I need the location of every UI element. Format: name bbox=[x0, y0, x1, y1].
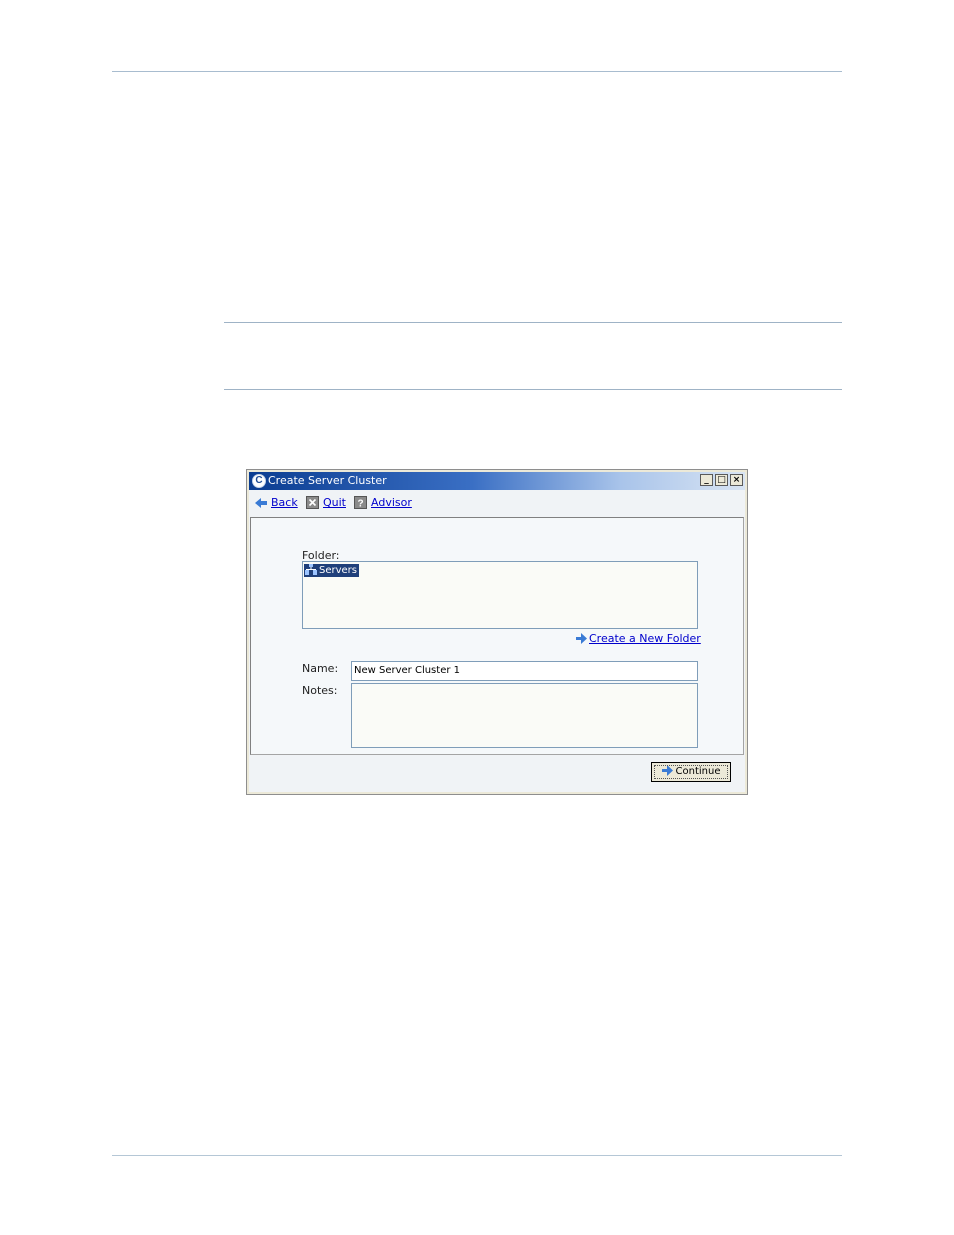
servers-icon bbox=[305, 564, 317, 575]
dialog-body: C Create Server Cluster _ □ × Back Quit bbox=[249, 472, 745, 792]
arrow-right-icon bbox=[576, 633, 587, 644]
name-label: Name: bbox=[302, 662, 339, 675]
maximize-button[interactable]: □ bbox=[715, 474, 728, 486]
create-new-folder-label: Create a New Folder bbox=[589, 632, 701, 645]
quit-button[interactable]: Quit bbox=[306, 495, 346, 511]
folder-item-servers[interactable]: Servers bbox=[304, 564, 360, 577]
folder-item-label: Servers bbox=[319, 565, 358, 576]
notes-textarea[interactable] bbox=[351, 683, 698, 748]
create-new-folder-link[interactable]: Create a New Folder bbox=[576, 632, 701, 646]
page-footer-rule bbox=[112, 1155, 842, 1156]
continue-button[interactable]: Continue bbox=[651, 762, 731, 782]
name-input[interactable]: New Server Cluster 1 bbox=[351, 661, 698, 681]
wizard-content-panel: Folder: Servers Create a New Folder Name… bbox=[250, 517, 744, 755]
window-title: Create Server Cluster bbox=[268, 474, 387, 487]
back-button[interactable]: Back bbox=[255, 495, 298, 511]
folder-tree[interactable]: Servers bbox=[302, 561, 698, 629]
svg-text:?: ? bbox=[357, 499, 363, 510]
arrow-right-icon bbox=[661, 765, 673, 776]
help-icon: ? bbox=[354, 496, 367, 510]
page-header-rule bbox=[112, 71, 842, 72]
continue-label: Continue bbox=[675, 766, 721, 777]
back-arrow-icon bbox=[255, 498, 267, 508]
minimize-button[interactable]: _ bbox=[700, 474, 713, 486]
title-bar[interactable]: C Create Server Cluster _ □ × bbox=[249, 472, 745, 490]
advisor-label: Advisor bbox=[371, 496, 412, 509]
quit-label: Quit bbox=[323, 496, 346, 509]
dialog-footer: Continue bbox=[249, 755, 745, 792]
notes-label: Notes: bbox=[302, 684, 338, 697]
create-server-cluster-dialog: C Create Server Cluster _ □ × Back Quit bbox=[246, 469, 748, 795]
app-logo-icon: C bbox=[252, 474, 266, 488]
back-label: Back bbox=[271, 496, 298, 509]
note-bottom-rule bbox=[224, 389, 842, 390]
advisor-button[interactable]: ? Advisor bbox=[354, 495, 412, 511]
close-button[interactable]: × bbox=[730, 474, 743, 486]
note-top-rule bbox=[224, 322, 842, 323]
close-box-icon bbox=[306, 496, 319, 509]
toolbar: Back Quit ? Advisor bbox=[249, 490, 745, 516]
